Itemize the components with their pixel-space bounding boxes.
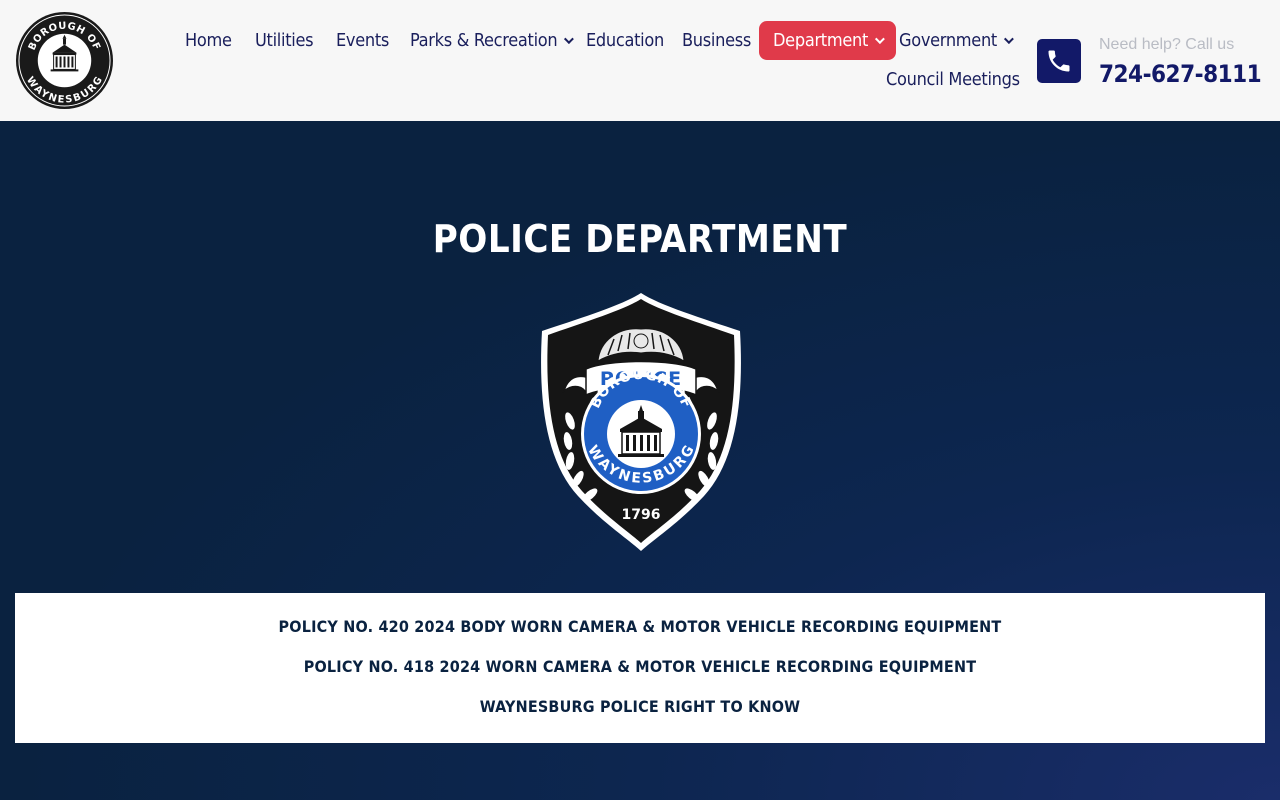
document-link[interactable]: POLICY NO. 418 2024 WORN CAMERA & MOTOR … <box>15 657 1265 676</box>
chevron-down-icon <box>564 33 575 44</box>
chevron-down-icon <box>1003 33 1014 44</box>
borough-logo[interactable]: BOROUGH OF WAYNESBURG <box>15 11 114 110</box>
nav-department[interactable]: Department <box>759 21 896 60</box>
phone-button[interactable] <box>1037 39 1081 83</box>
nav-government[interactable]: Government <box>899 28 1014 52</box>
phone-icon <box>1048 50 1070 72</box>
phone-number-link[interactable]: 724-627-8111 <box>1099 60 1262 88</box>
badge-year: 1796 <box>622 507 661 523</box>
page-title: POLICE DEPARTMENT <box>432 217 848 261</box>
nav-utilities[interactable]: Utilities <box>255 28 314 52</box>
nav-home[interactable]: Home <box>185 28 232 52</box>
police-badge: POLICE BOROUGH OF WAYNESBURG <box>541 293 741 551</box>
document-link[interactable]: POLICY NO. 420 2024 BODY WORN CAMERA & M… <box>15 617 1265 636</box>
nav-council-meetings[interactable]: Council Meetings <box>886 67 1020 91</box>
nav-parks-recreation[interactable]: Parks & Recreation <box>410 28 575 52</box>
documents-panel: POLICY NO. 420 2024 BODY WORN CAMERA & M… <box>15 593 1265 743</box>
hero-section: POLICE DEPARTMENT POLICE <box>0 121 1280 800</box>
document-link[interactable]: WAYNESBURG POLICE RIGHT TO KNOW <box>15 697 1265 716</box>
nav-business[interactable]: Business <box>682 28 751 52</box>
help-text: Need help? Call us <box>1099 36 1235 53</box>
nav-events[interactable]: Events <box>336 28 389 52</box>
site-header: BOROUGH OF WAYNESBURG Home Utilities Eve… <box>0 0 1280 121</box>
nav-education[interactable]: Education <box>586 28 664 52</box>
chevron-down-icon <box>874 34 885 45</box>
